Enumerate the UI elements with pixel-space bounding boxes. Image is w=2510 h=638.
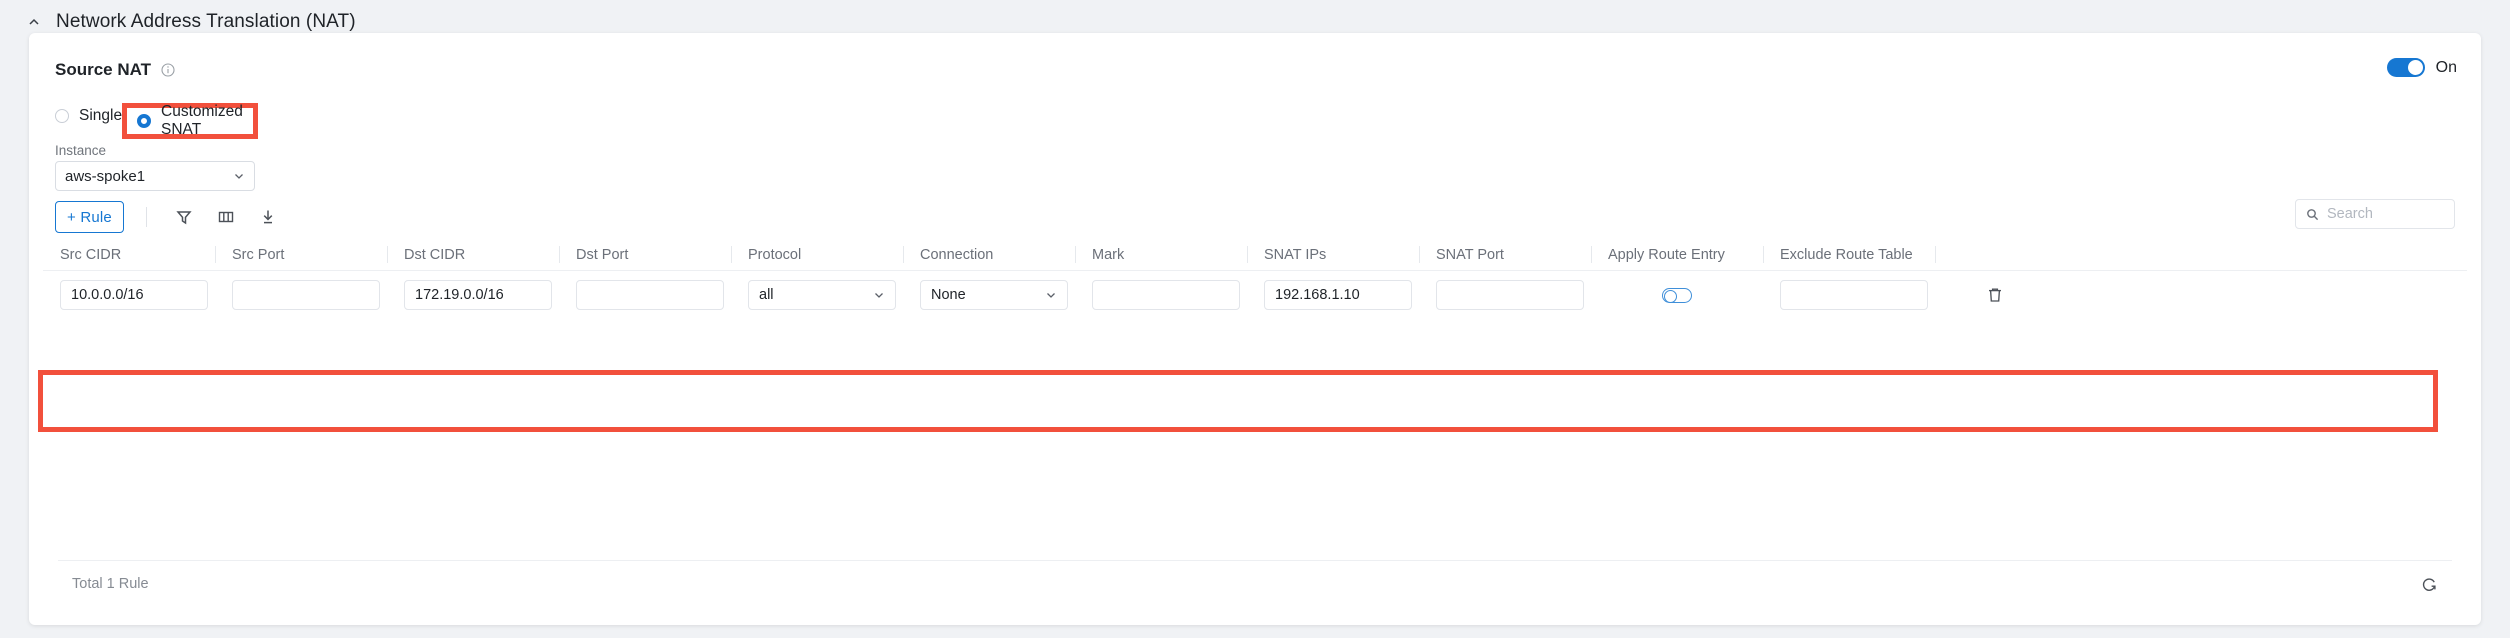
connection-select[interactable]: None [920, 280, 1068, 310]
rules-toolbar: + Rule [55, 201, 295, 233]
radio-dot-unselected [55, 109, 69, 123]
customized-snat-highlight: Customized SNAT [122, 103, 258, 139]
table-header-row: Src CIDR Src Port Dst CIDR Dst Port Prot… [43, 239, 2467, 271]
page-title: Network Address Translation (NAT) [56, 11, 356, 33]
radio-customized-snat-label: Customized SNAT [161, 103, 253, 139]
cell-src-port [215, 280, 387, 310]
snat-port-input[interactable] [1436, 280, 1584, 310]
cell-actions [1935, 286, 2055, 304]
snat-ips-input[interactable]: 192.168.1.10 [1264, 280, 1412, 310]
source-nat-title: Source NAT [55, 60, 151, 80]
toggle-switch-on[interactable] [2387, 58, 2425, 77]
source-nat-enable-toggle[interactable]: On [2387, 58, 2457, 77]
chevron-up-icon[interactable] [26, 14, 42, 30]
columns-icon[interactable] [211, 202, 241, 232]
filter-icon[interactable] [169, 202, 199, 232]
source-nat-card: Source NAT On Single IP Custo [29, 33, 2481, 625]
th-actions [1935, 239, 2055, 271]
src-cidr-input[interactable]: 10.0.0.0/16 [60, 280, 208, 310]
chevron-down-icon [1045, 289, 1057, 301]
src-port-input[interactable] [232, 280, 380, 310]
th-snat-port: SNAT Port [1419, 239, 1591, 271]
source-nat-label: Source NAT [55, 60, 175, 80]
th-snat-ips: SNAT IPs [1247, 239, 1419, 271]
cell-src-cidr: 10.0.0.0/16 [43, 280, 215, 310]
th-protocol: Protocol [731, 239, 903, 271]
dst-port-input[interactable] [576, 280, 724, 310]
instance-label: Instance [55, 143, 106, 158]
instance-select[interactable]: aws-spoke1 [55, 161, 255, 191]
refresh-icon[interactable] [2420, 575, 2438, 593]
nat-rules-table: Src CIDR Src Port Dst CIDR Dst Port Prot… [43, 239, 2467, 319]
instance-selected-value: aws-spoke1 [65, 168, 145, 185]
cell-connection: None [903, 280, 1075, 310]
nat-settings-screen: Network Address Translation (NAT) Source… [0, 0, 2510, 638]
th-mark: Mark [1075, 239, 1247, 271]
cell-snat-ips: 192.168.1.10 [1247, 280, 1419, 310]
cell-snat-port [1419, 280, 1591, 310]
toggle-state-label: On [2436, 59, 2457, 77]
add-rule-button[interactable]: + Rule [55, 201, 124, 233]
th-dst-cidr: Dst CIDR [387, 239, 559, 271]
trash-icon[interactable] [1986, 286, 2004, 304]
table-footer: Total 1 Rule [58, 561, 2452, 607]
cell-protocol: all [731, 280, 903, 310]
search-icon [2306, 208, 2319, 221]
download-icon[interactable] [253, 202, 283, 232]
dst-cidr-input[interactable]: 172.19.0.0/16 [404, 280, 552, 310]
th-src-cidr: Src CIDR [43, 239, 215, 271]
toolbar-divider [146, 207, 147, 227]
section-header[interactable]: Network Address Translation (NAT) [26, 8, 356, 36]
th-src-port: Src Port [215, 239, 387, 271]
th-dst-port: Dst Port [559, 239, 731, 271]
cell-mark [1075, 280, 1247, 310]
apply-route-entry-toggle[interactable] [1662, 288, 1692, 303]
protocol-select[interactable]: all [748, 280, 896, 310]
th-exclude-route-table: Exclude Route Table [1763, 239, 1935, 271]
radio-dot-selected [137, 114, 151, 128]
th-connection: Connection [903, 239, 1075, 271]
chevron-down-icon [873, 289, 885, 301]
chevron-down-icon [233, 170, 245, 182]
cell-dst-cidr: 172.19.0.0/16 [387, 280, 559, 310]
total-rules-text: Total 1 Rule [72, 576, 149, 592]
protocol-value: all [759, 287, 774, 303]
cell-dst-port [559, 280, 731, 310]
mark-input[interactable] [1092, 280, 1240, 310]
exclude-route-table-input[interactable] [1780, 280, 1928, 310]
table-row: 10.0.0.0/16 172.19.0.0/16 all [43, 271, 2467, 319]
th-apply-route-entry: Apply Route Entry [1591, 239, 1763, 271]
search-placeholder: Search [2327, 206, 2373, 222]
search-input[interactable]: Search [2295, 199, 2455, 229]
radio-customized-snat[interactable]: Customized SNAT [137, 108, 253, 134]
cell-exclude-route-table [1763, 280, 1935, 310]
connection-value: None [931, 287, 966, 303]
info-circle-icon[interactable] [160, 63, 175, 78]
cell-apply-route-entry [1591, 288, 1763, 303]
